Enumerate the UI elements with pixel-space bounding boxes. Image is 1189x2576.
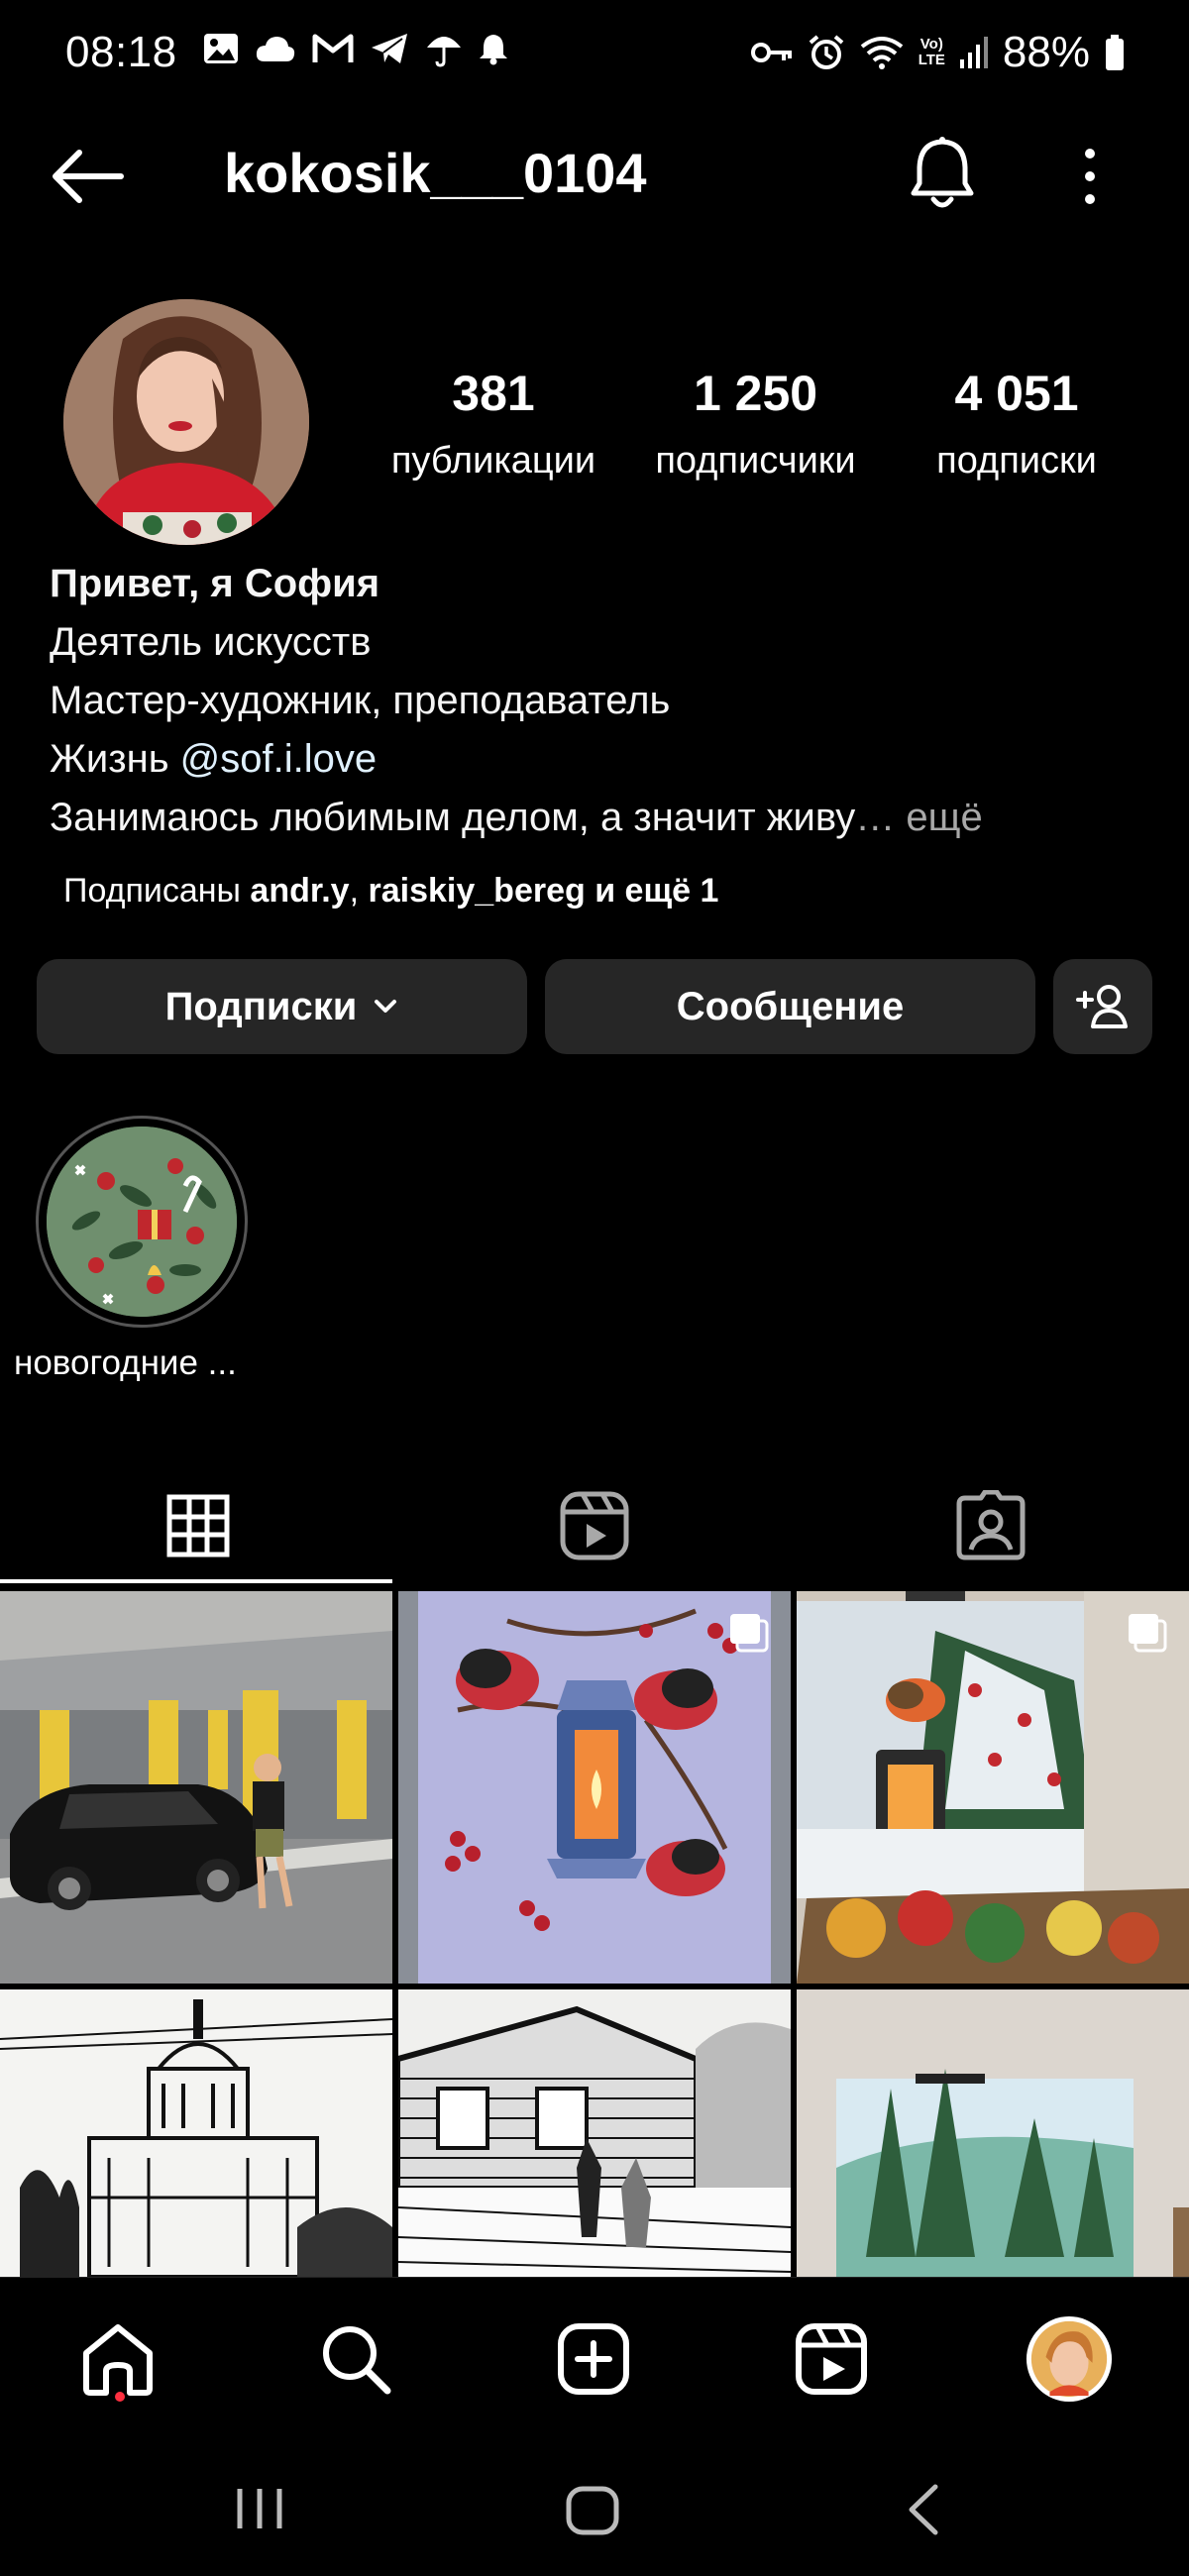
- create-icon: [558, 2323, 629, 2395]
- system-back-icon[interactable]: [904, 2483, 943, 2536]
- nav-home[interactable]: [73, 2314, 162, 2404]
- followed-by-user: raiskiy_bereg: [368, 872, 586, 910]
- signal-icon: [959, 37, 988, 68]
- tab-reels[interactable]: [396, 1466, 793, 1585]
- telegram-icon: [372, 34, 407, 63]
- story-highlight[interactable]: [36, 1116, 248, 1328]
- following-stat[interactable]: 4 051 подписки: [907, 365, 1127, 483]
- bio-more-link[interactable]: … ещё: [855, 796, 983, 839]
- key-icon: [750, 43, 792, 62]
- grid-post[interactable]: [0, 1989, 392, 2277]
- active-tab-indicator: [0, 1579, 392, 1583]
- followers-count: 1 250: [693, 366, 818, 421]
- grid-post[interactable]: [0, 1591, 392, 1984]
- following-label: подписки: [936, 440, 1097, 482]
- volte-bottom-text: LTE: [918, 52, 945, 68]
- grid-post[interactable]: [398, 1989, 791, 2277]
- grid-icon: [166, 1494, 230, 1557]
- profile-avatar[interactable]: [63, 299, 309, 545]
- battery-text: 88%: [1002, 28, 1090, 76]
- bio-category: Деятель искусств: [50, 620, 372, 664]
- carousel-icon: [730, 1614, 769, 1653]
- tagged-icon: [956, 1490, 1026, 1560]
- profile-avatar-icon: [1026, 2315, 1113, 2403]
- gallery-icon: [204, 34, 238, 63]
- followed-by-suffix: и ещё 1: [585, 872, 719, 910]
- posts-count: 381: [452, 366, 535, 421]
- message-button-label: Сообщение: [676, 984, 905, 1028]
- nav-search[interactable]: [311, 2314, 400, 2404]
- reels-icon: [796, 2323, 867, 2395]
- battery-icon: [1106, 35, 1124, 70]
- volte-icon: Vo) LTE: [919, 37, 945, 68]
- followers-stat[interactable]: 1 250 подписчики: [634, 365, 877, 483]
- bio-truncated-text: Занимаюсь любимым делом, а значит живу: [50, 796, 856, 839]
- system-navigation-bar: [0, 2435, 1189, 2576]
- volte-top-text: Vo): [919, 36, 943, 53]
- following-button-label: Подписки: [164, 984, 358, 1028]
- followed-by-separator: ,: [349, 872, 369, 910]
- alarm-icon: [809, 35, 844, 69]
- wifi-icon: [860, 37, 903, 69]
- posts-stat[interactable]: 381 публикации: [375, 365, 612, 483]
- status-bar: 08:18 Vo) LTE 88%: [0, 0, 1189, 114]
- grid-post[interactable]: [797, 1989, 1189, 2277]
- suggested-users-button[interactable]: [1053, 959, 1152, 1054]
- carousel-icon: [1129, 1614, 1167, 1653]
- tab-posts-grid[interactable]: [0, 1466, 396, 1585]
- recent-apps-icon[interactable]: [232, 2485, 287, 2532]
- profile-username: kokosik___0104: [224, 142, 647, 204]
- highlight-label: новогодние ...: [14, 1343, 237, 1382]
- cloud-icon: [256, 37, 295, 61]
- posts-label: публикации: [390, 440, 596, 482]
- home-activity-dot: [115, 2392, 125, 2402]
- gmail-icon: [312, 34, 354, 62]
- bell-icon: [480, 35, 507, 65]
- nav-reels[interactable]: [787, 2314, 876, 2404]
- followed-by-text[interactable]: Подписаны andr.y, raiskiy_bereg и ещё 1: [63, 872, 718, 911]
- status-left-icons: [203, 30, 508, 67]
- add-person-icon: [1076, 985, 1128, 1028]
- highlight-cover: [47, 1127, 237, 1317]
- bio-line-prefix: Жизнь: [50, 737, 180, 781]
- status-right-icons: Vo) LTE 88%: [750, 28, 1126, 77]
- followed-by-user: andr.y: [250, 872, 350, 910]
- home-icon: [83, 2324, 153, 2396]
- bio-line: Занимаюсь любимым делом, а значит живу… …: [50, 789, 983, 847]
- bio-line: Мастер-художник, преподаватель: [50, 679, 671, 722]
- reels-icon: [560, 1491, 629, 1560]
- search-icon: [323, 2326, 391, 2395]
- umbrella-icon: [427, 37, 461, 67]
- back-arrow-icon[interactable]: [50, 149, 124, 204]
- profile-bio: Привет, я София Деятель искусств Мастер-…: [50, 555, 983, 847]
- message-button[interactable]: Сообщение: [545, 959, 1035, 1054]
- followed-by-prefix: Подписаны: [63, 872, 251, 910]
- following-count: 4 051: [954, 366, 1079, 421]
- status-time: 08:18: [65, 28, 177, 76]
- bio-name: Привет, я София: [50, 562, 380, 605]
- more-options-icon[interactable]: [1070, 144, 1110, 209]
- nav-profile[interactable]: [1025, 2314, 1114, 2404]
- bio-line-with-link: Жизнь @sof.i.love: [50, 730, 983, 789]
- tab-tagged[interactable]: [793, 1466, 1189, 1585]
- following-button[interactable]: Подписки: [37, 959, 527, 1054]
- grid-post[interactable]: [398, 1591, 791, 1984]
- followers-label: подписчики: [655, 440, 856, 482]
- bio-mention-link[interactable]: @sof.i.love: [180, 737, 377, 781]
- chevron-down-icon: [375, 1000, 397, 1013]
- nav-create[interactable]: [549, 2314, 638, 2404]
- notifications-bell-icon[interactable]: [910, 134, 975, 213]
- home-button-icon[interactable]: [565, 2485, 620, 2536]
- grid-post[interactable]: [797, 1591, 1189, 1984]
